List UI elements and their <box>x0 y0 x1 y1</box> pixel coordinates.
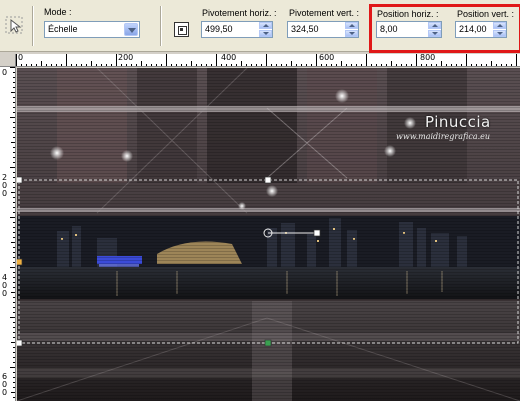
mode-select-value: Échelle <box>48 24 78 34</box>
toolbar-separator <box>32 6 34 46</box>
pivot-vert-label: Pivotement vert. : <box>289 8 360 18</box>
ruler-label: 0 <box>2 388 8 397</box>
position-vert-value: 214,00 <box>459 24 487 34</box>
image-canvas[interactable]: Pinuccia www.maidiregrafica.eu <box>17 68 520 401</box>
ruler-label: 600 <box>319 54 335 62</box>
chevron-down-icon[interactable] <box>124 23 138 36</box>
pivot-horiz-value: 499,50 <box>205 24 233 34</box>
ruler-label: 800 <box>420 54 436 62</box>
ruler-label: 0 <box>2 289 8 298</box>
spin-up-icon[interactable] <box>259 22 272 29</box>
toolbar-separator <box>160 6 162 46</box>
spin-down-icon[interactable] <box>259 30 272 37</box>
vertical-ruler: 0 2 0 0 4 0 0 6 0 0 <box>0 67 16 401</box>
watermark-url: www.maidiregrafica.eu <box>396 132 491 141</box>
ruler-label: 200 <box>118 54 134 62</box>
position-horiz-label: Position horiz. : <box>377 9 439 19</box>
pivot-vert-value: 324,50 <box>291 24 319 34</box>
position-horiz-field[interactable]: 8,00 <box>376 21 442 38</box>
ruler-ticks <box>16 54 517 66</box>
ruler-label: 400 <box>221 54 237 62</box>
pick-tool-icon[interactable] <box>3 14 25 36</box>
ruler-label: 0 <box>2 68 8 77</box>
ruler-ticks <box>10 67 15 398</box>
spin-down-icon[interactable] <box>345 30 358 37</box>
ruler-label: 0 <box>2 189 8 198</box>
horizontal-ruler: 0 200 400 600 800 <box>16 54 520 67</box>
ruler-label: 0 <box>18 54 24 62</box>
ruler-corner <box>0 54 16 67</box>
pivot-vert-field[interactable]: 324,50 <box>287 21 359 38</box>
pivot-horiz-label: Pivotement horiz. : <box>202 8 277 18</box>
spin-up-icon[interactable] <box>493 22 506 29</box>
spin-down-icon[interactable] <box>493 30 506 37</box>
pivot-point-icon[interactable] <box>174 22 189 37</box>
spin-up-icon[interactable] <box>345 22 358 29</box>
position-vert-field[interactable]: 214,00 <box>455 21 507 38</box>
position-vert-label: Position vert. : <box>457 9 515 19</box>
tool-options-bar: Mode : Échelle Pivotement horiz. : 499,5… <box>0 0 520 53</box>
mode-select[interactable]: Échelle <box>44 21 140 38</box>
spin-up-icon[interactable] <box>428 22 441 29</box>
watermark-brand: Pinuccia <box>425 113 491 131</box>
position-horiz-value: 8,00 <box>380 24 398 34</box>
spin-down-icon[interactable] <box>428 30 441 37</box>
pivot-horiz-field[interactable]: 499,50 <box>201 21 273 38</box>
mode-label: Mode : <box>44 7 72 17</box>
